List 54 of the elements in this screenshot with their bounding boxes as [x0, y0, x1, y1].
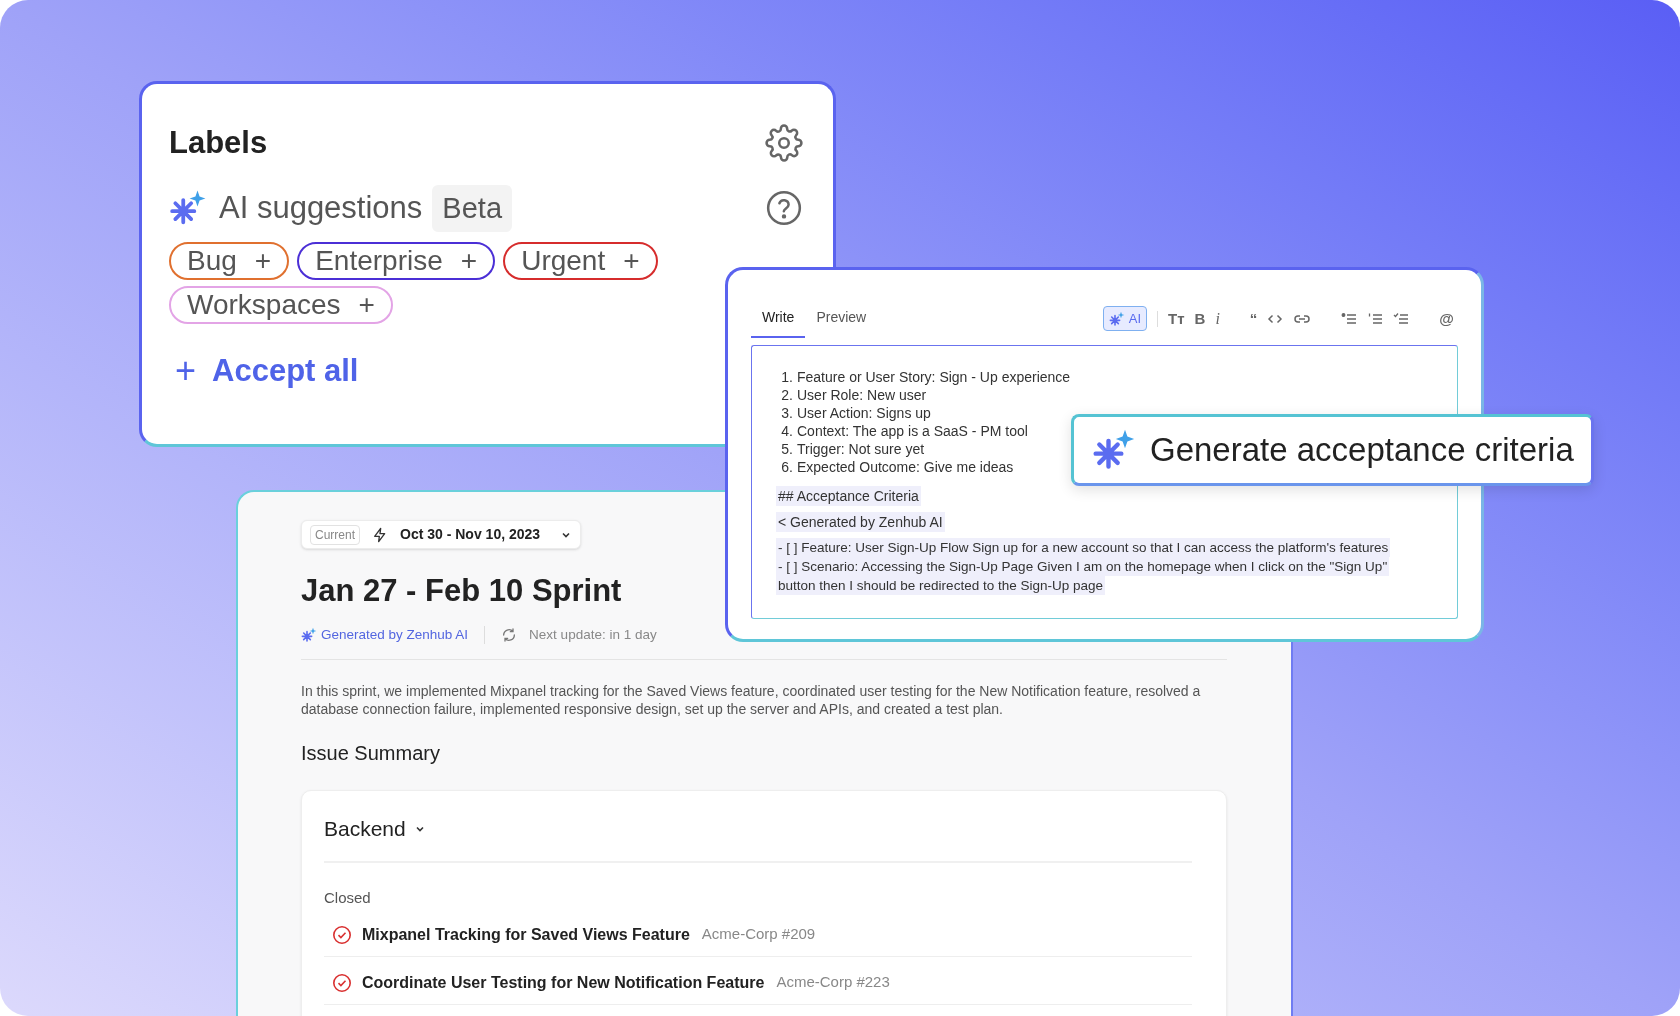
- issue-title[interactable]: Mixpanel Tracking for Saved Views Feature: [362, 922, 690, 947]
- toolbar-button[interactable]: “: [1249, 311, 1258, 326]
- checklist-icon[interactable]: [1393, 310, 1410, 327]
- list-number: 5.: [780, 440, 793, 458]
- list-item-text: User Action: Signs up: [797, 404, 931, 422]
- label-suggestion-chip[interactable]: Workspaces +: [169, 286, 393, 324]
- label-suggestion-chip[interactable]: Bug +: [169, 242, 290, 280]
- next-update-text: Next update: in 1 day: [529, 625, 657, 644]
- list-number: 1.: [780, 368, 793, 386]
- sprint-summary: In this sprint, we implemented Mixpanel tracking for the Saved Views feature, coordinated user testing for the New Notification feature, resolved a database connection failure, implemented responsive design, set up the server and APIs, and created a test plan.: [301, 682, 1202, 718]
- settings-icon: [765, 124, 803, 163]
- toolbar-button[interactable]: B: [1194, 311, 1206, 326]
- beta-badge: Beta: [432, 184, 513, 232]
- issue-repo: Acme-Corp #223: [776, 972, 890, 993]
- label-suggestion-chip[interactable]: Enterprise +: [297, 242, 496, 280]
- toolbar-button[interactable]: Tт: [1168, 311, 1185, 326]
- sprint-picker[interactable]: Current Oct 30 - Nov 10, 2023: [301, 520, 582, 549]
- issue-repo: Acme-Corp #209: [701, 924, 816, 945]
- list-item-text: Context: The app is a SaaS - PM tool: [797, 422, 1028, 440]
- sparkle-icon: [1108, 310, 1125, 327]
- list-item-text: Expected Outcome: Give me ideas: [797, 458, 1014, 476]
- editor-tab[interactable]: Write: [751, 307, 806, 338]
- generated-by-text: Generated by Zenhub AI: [321, 625, 469, 644]
- list-number: 6.: [780, 458, 793, 476]
- accept-all-button[interactable]: + Accept all: [175, 348, 359, 395]
- group-toggle[interactable]: Backend: [324, 813, 426, 845]
- list-item-text: Trigger: Not sure yet: [797, 440, 925, 458]
- section-title: Issue Summary: [301, 741, 441, 766]
- ai-suggestions-label: AI suggestions: [219, 189, 423, 227]
- list-number: 2.: [780, 386, 793, 404]
- issue-title[interactable]: Coordinate User Testing for New Notification Feature: [362, 970, 765, 995]
- generate-criteria-button[interactable]: Generate acceptance criteria: [1071, 414, 1594, 486]
- bulleted-list-icon[interactable]: [1341, 310, 1358, 327]
- label-suggestion-chip[interactable]: Urgent +: [503, 242, 658, 280]
- toolbar-button[interactable]: @: [1439, 311, 1454, 326]
- sparkle-icon: [301, 627, 317, 643]
- lightning-icon: [372, 526, 388, 543]
- closed-check-icon: [332, 972, 352, 993]
- list-number: 4.: [780, 422, 793, 440]
- status-heading: Closed: [324, 887, 372, 908]
- list-item-text: Feature or User Story: Sign - Up experience: [797, 368, 1071, 386]
- date-range: Oct 30 - Nov 10, 2023: [400, 525, 541, 544]
- closed-check-icon: [332, 924, 352, 945]
- editor-tab[interactable]: Preview: [805, 307, 878, 338]
- ai-button[interactable]: AI: [1102, 306, 1148, 331]
- sparkle-icon: [1092, 428, 1136, 472]
- help-icon: [765, 189, 803, 228]
- list-number: 3.: [780, 404, 793, 422]
- current-badge: Current: [310, 524, 360, 545]
- sprint-title: Jan 27 - Feb 10 Sprint: [301, 572, 622, 610]
- italic-button[interactable]: i: [1215, 310, 1220, 327]
- refresh-icon: [501, 627, 518, 643]
- list-item-text: User Role: New user: [797, 386, 927, 404]
- labels-title: Labels: [169, 124, 268, 162]
